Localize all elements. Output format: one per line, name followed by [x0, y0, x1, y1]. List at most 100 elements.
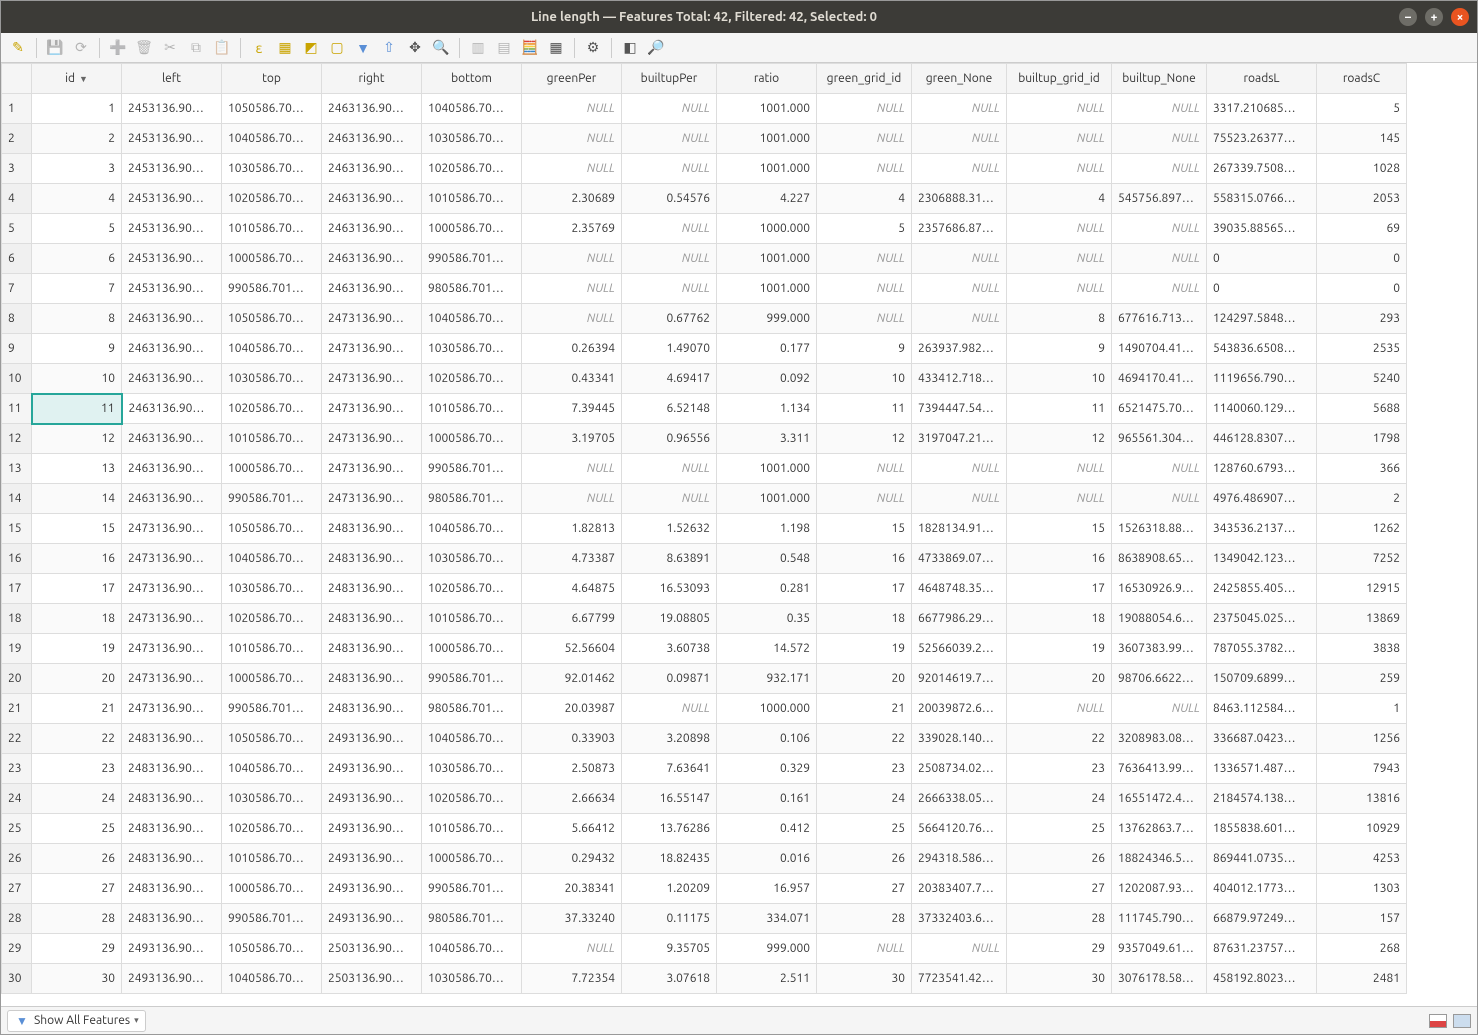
table-row[interactable]: 22222483136.90…1050586.70…2493136.90…104…: [2, 724, 1407, 754]
row-number-cell[interactable]: 25: [2, 814, 32, 844]
table-row[interactable]: 20202473136.90…1000586.70…2483136.90…990…: [2, 664, 1407, 694]
cell-builtup_None[interactable]: 18824346.5…: [1112, 844, 1207, 874]
table-row[interactable]: 23232483136.90…1040586.70…2493136.90…103…: [2, 754, 1407, 784]
cell-id[interactable]: 12: [32, 424, 122, 454]
cell-green_None[interactable]: 294318.586…: [912, 844, 1007, 874]
cell-left[interactable]: 2473136.90…: [122, 574, 222, 604]
column-header-builtupPer[interactable]: builtupPer: [622, 64, 717, 94]
cell-builtup_grid_id[interactable]: NULL: [1007, 484, 1112, 514]
cell-id[interactable]: 14: [32, 484, 122, 514]
cell-bottom[interactable]: 1040586.70…: [422, 724, 522, 754]
cell-builtupPer[interactable]: 8.63891: [622, 544, 717, 574]
cell-roadsC[interactable]: 1: [1317, 694, 1407, 724]
cell-id[interactable]: 22: [32, 724, 122, 754]
cell-top[interactable]: 990586.701…: [222, 484, 322, 514]
cell-greenPer[interactable]: 4.64875: [522, 574, 622, 604]
select-by-expression-icon[interactable]: ε: [248, 37, 270, 59]
cell-builtup_None[interactable]: NULL: [1112, 154, 1207, 184]
column-header-bottom[interactable]: bottom: [422, 64, 522, 94]
cell-id[interactable]: 21: [32, 694, 122, 724]
cell-builtup_None[interactable]: 8638908.65…: [1112, 544, 1207, 574]
cell-roadsL[interactable]: 0: [1207, 274, 1317, 304]
cell-green_grid_id[interactable]: 27: [817, 874, 912, 904]
cell-builtupPer[interactable]: 19.08805: [622, 604, 717, 634]
cell-green_grid_id[interactable]: 10: [817, 364, 912, 394]
cell-id[interactable]: 28: [32, 904, 122, 934]
cell-top[interactable]: 1040586.70…: [222, 754, 322, 784]
form-view-icon[interactable]: [1429, 1014, 1447, 1028]
filter-mode-button[interactable]: ▼ Show All Features ▾: [7, 1010, 146, 1032]
table-row[interactable]: 27272483136.90…1000586.70…2493136.90…990…: [2, 874, 1407, 904]
cell-builtupPer[interactable]: 16.53093: [622, 574, 717, 604]
deselect-all-icon[interactable]: ▢: [326, 37, 348, 59]
cell-builtupPer[interactable]: 7.63641: [622, 754, 717, 784]
move-selection-top-icon[interactable]: ⇧: [378, 37, 400, 59]
cell-green_grid_id[interactable]: 17: [817, 574, 912, 604]
cell-roadsL[interactable]: 336687.0423…: [1207, 724, 1317, 754]
cell-bottom[interactable]: 990586.701…: [422, 454, 522, 484]
cell-builtupPer[interactable]: NULL: [622, 694, 717, 724]
cell-roadsL[interactable]: 0: [1207, 244, 1317, 274]
cell-roadsC[interactable]: 13869: [1317, 604, 1407, 634]
cell-bottom[interactable]: 1010586.70…: [422, 814, 522, 844]
cell-roadsC[interactable]: 2053: [1317, 184, 1407, 214]
cell-top[interactable]: 1040586.70…: [222, 544, 322, 574]
cell-roadsL[interactable]: 150709.6899…: [1207, 664, 1317, 694]
cell-greenPer[interactable]: 5.66412: [522, 814, 622, 844]
cell-greenPer[interactable]: 0.43341: [522, 364, 622, 394]
cell-builtup_None[interactable]: NULL: [1112, 484, 1207, 514]
cell-right[interactable]: 2493136.90…: [322, 874, 422, 904]
cell-roadsL[interactable]: 458192.8023…: [1207, 964, 1317, 994]
cell-green_None[interactable]: NULL: [912, 304, 1007, 334]
cell-roadsC[interactable]: 13816: [1317, 784, 1407, 814]
cell-builtup_grid_id[interactable]: 4: [1007, 184, 1112, 214]
cell-id[interactable]: 10: [32, 364, 122, 394]
cell-greenPer[interactable]: 92.01462: [522, 664, 622, 694]
cell-top[interactable]: 990586.701…: [222, 274, 322, 304]
column-header-greenPer[interactable]: greenPer: [522, 64, 622, 94]
cell-left[interactable]: 2463136.90…: [122, 424, 222, 454]
cell-roadsC[interactable]: 1303: [1317, 874, 1407, 904]
cell-top[interactable]: 1050586.70…: [222, 724, 322, 754]
row-number-cell[interactable]: 11: [2, 394, 32, 424]
cell-id[interactable]: 27: [32, 874, 122, 904]
table-row[interactable]: 222453136.90…1040586.70…2463136.90…10305…: [2, 124, 1407, 154]
cell-roadsL[interactable]: 1855838.601…: [1207, 814, 1317, 844]
row-number-cell[interactable]: 15: [2, 514, 32, 544]
cell-builtup_grid_id[interactable]: NULL: [1007, 244, 1112, 274]
cell-roadsC[interactable]: 5: [1317, 94, 1407, 124]
cell-builtup_None[interactable]: 6521475.70…: [1112, 394, 1207, 424]
cell-bottom[interactable]: 990586.701…: [422, 874, 522, 904]
cell-bottom[interactable]: 1040586.70…: [422, 514, 522, 544]
row-number-cell[interactable]: 18: [2, 604, 32, 634]
cell-right[interactable]: 2483136.90…: [322, 634, 422, 664]
cell-builtupPer[interactable]: 13.76286: [622, 814, 717, 844]
cell-bottom[interactable]: 1030586.70…: [422, 334, 522, 364]
cell-builtup_grid_id[interactable]: NULL: [1007, 274, 1112, 304]
cell-greenPer[interactable]: NULL: [522, 304, 622, 334]
cell-right[interactable]: 2473136.90…: [322, 364, 422, 394]
column-header-green-none[interactable]: green_None: [912, 64, 1007, 94]
cell-ratio[interactable]: 1000.000: [717, 214, 817, 244]
cell-roadsC[interactable]: 1256: [1317, 724, 1407, 754]
cell-top[interactable]: 1040586.70…: [222, 124, 322, 154]
cell-top[interactable]: 1050586.70…: [222, 304, 322, 334]
cell-green_None[interactable]: 20039872.6…: [912, 694, 1007, 724]
table-row[interactable]: 552453136.90…1010586.70…2463136.90…10005…: [2, 214, 1407, 244]
cell-roadsL[interactable]: 4976.486907…: [1207, 484, 1317, 514]
row-number-cell[interactable]: 4: [2, 184, 32, 214]
cell-builtupPer[interactable]: 0.67762: [622, 304, 717, 334]
cell-id[interactable]: 8: [32, 304, 122, 334]
cell-builtupPer[interactable]: 0.11175: [622, 904, 717, 934]
cell-top[interactable]: 1010586.70…: [222, 844, 322, 874]
table-row[interactable]: 17172473136.90…1030586.70…2483136.90…102…: [2, 574, 1407, 604]
cell-roadsC[interactable]: 10929: [1317, 814, 1407, 844]
cell-green_None[interactable]: 6677986.29…: [912, 604, 1007, 634]
toggle-edit-icon[interactable]: ✎: [7, 37, 29, 59]
cell-builtup_None[interactable]: 3208983.08…: [1112, 724, 1207, 754]
cell-ratio[interactable]: 2.511: [717, 964, 817, 994]
cell-greenPer[interactable]: 7.39445: [522, 394, 622, 424]
cell-green_None[interactable]: 1828134.91…: [912, 514, 1007, 544]
table-row[interactable]: 16162473136.90…1040586.70…2483136.90…103…: [2, 544, 1407, 574]
cell-green_None[interactable]: NULL: [912, 94, 1007, 124]
